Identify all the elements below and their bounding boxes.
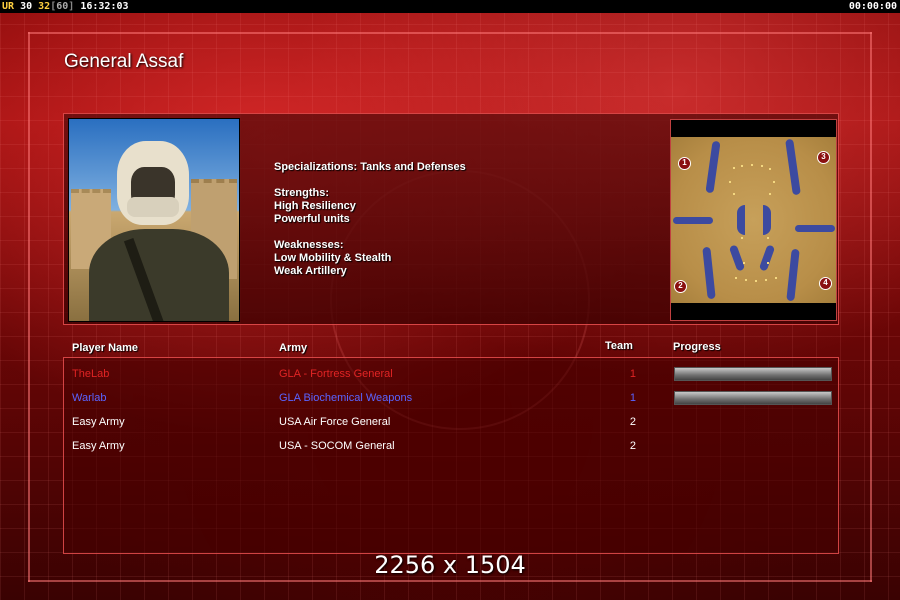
resource-spot xyxy=(743,262,745,264)
current-value: 30 xyxy=(20,1,33,12)
player-row: Easy Army USA Air Force General 2 xyxy=(64,411,840,435)
resource-spot xyxy=(773,181,775,183)
player-team: 1 xyxy=(629,392,636,404)
strengths-label: Strengths: xyxy=(274,187,329,199)
player-army: USA - SOCOM General xyxy=(279,440,395,452)
start-position-marker: 4 xyxy=(819,277,832,290)
player-team: 2 xyxy=(629,416,636,428)
general-title: General Assaf xyxy=(64,51,184,72)
fps-readout: UR 30 32[60] 16:32:03 xyxy=(2,0,129,13)
resource-spot xyxy=(761,165,763,167)
player-army: GLA Biochemical Weapons xyxy=(279,392,413,404)
clock: 16:32:03 xyxy=(80,1,129,12)
resource-spot xyxy=(767,262,769,264)
start-position-marker: 3 xyxy=(817,151,830,164)
general-description: Specializations: Tanks and Defenses Stre… xyxy=(274,161,466,278)
weaknesses-label: Weaknesses: xyxy=(274,239,344,251)
resource-spot xyxy=(733,193,735,195)
progress-fill xyxy=(675,368,831,380)
resource-spot xyxy=(769,168,771,170)
general-portrait xyxy=(68,118,240,322)
resource-spot xyxy=(765,279,767,281)
start-position-marker: 2 xyxy=(674,280,687,293)
ur-label: UR xyxy=(2,1,15,12)
resolution-overlay: 2256 x 1504 xyxy=(374,551,526,579)
player-row: Warlab GLA Biochemical Weapons 1 xyxy=(64,387,840,411)
minimap: 1 3 2 4 xyxy=(670,119,837,321)
specializations-text: Specializations: Tanks and Defenses xyxy=(274,161,466,173)
resource-spot xyxy=(769,193,771,195)
bracket-close: ] xyxy=(68,1,75,12)
resource-spot xyxy=(767,237,769,239)
player-name: Easy Army xyxy=(72,416,125,428)
river-shape xyxy=(795,225,835,232)
player-row: Easy Army USA - SOCOM General 2 xyxy=(64,435,840,459)
river-shape xyxy=(673,217,713,224)
frame-line-bottom xyxy=(28,580,872,582)
resource-spot xyxy=(741,165,743,167)
resource-spot xyxy=(733,167,735,169)
header-team: Team xyxy=(605,340,633,352)
minimap-terrain: 1 3 2 4 xyxy=(671,137,836,303)
player-name: Easy Army xyxy=(72,440,125,452)
river-shape xyxy=(705,140,721,194)
resource-spot xyxy=(735,277,737,279)
fps-value: 32 xyxy=(38,1,51,12)
progress-fill xyxy=(675,392,831,404)
header-player-name: Player Name xyxy=(72,342,139,354)
player-army: USA Air Force General xyxy=(279,416,391,428)
strength-item: High Resiliency xyxy=(274,200,356,212)
weakness-item: Low Mobility & Stealth xyxy=(274,252,392,264)
frame-line-right xyxy=(870,32,872,582)
loading-screen: UR 30 32[60] 16:32:03 00:00:00 General A… xyxy=(0,0,900,600)
status-bar: UR 30 32[60] 16:32:03 00:00:00 xyxy=(0,0,900,13)
frame-line-top xyxy=(28,32,872,34)
resource-spot xyxy=(755,280,757,282)
game-timer: 00:00:00 xyxy=(848,1,897,12)
header-progress: Progress xyxy=(673,341,721,353)
river-shape xyxy=(702,246,716,300)
load-progress-bar xyxy=(674,391,832,405)
frame-line-left xyxy=(28,32,30,582)
start-position-marker: 1 xyxy=(678,157,691,170)
strength-item: Powerful units xyxy=(274,213,350,225)
load-progress-bar xyxy=(674,367,832,381)
resource-spot xyxy=(745,279,747,281)
resource-spot xyxy=(751,164,753,166)
player-team: 1 xyxy=(629,368,636,380)
resource-spot xyxy=(741,237,743,239)
fps-cap: 60 xyxy=(56,1,69,12)
weakness-item: Weak Artillery xyxy=(274,265,347,277)
player-name: Warlab xyxy=(72,392,107,404)
header-army: Army xyxy=(279,342,308,354)
river-shape xyxy=(728,244,746,272)
river-shape xyxy=(763,205,771,235)
player-army: GLA - Fortress General xyxy=(279,368,393,380)
river-shape xyxy=(786,248,800,302)
resource-spot xyxy=(775,277,777,279)
resource-spot xyxy=(729,181,731,183)
river-shape xyxy=(758,244,776,272)
river-shape xyxy=(785,138,801,196)
player-team: 2 xyxy=(629,440,636,452)
river-shape xyxy=(737,205,745,235)
general-info-panel: Specializations: Tanks and Defenses Stre… xyxy=(63,113,839,325)
portrait-face-wrap xyxy=(127,197,179,217)
player-name: TheLab xyxy=(72,368,110,380)
player-list: TheLab GLA - Fortress General 1 Warlab G… xyxy=(63,357,839,554)
player-row: TheLab GLA - Fortress General 1 xyxy=(64,363,840,387)
